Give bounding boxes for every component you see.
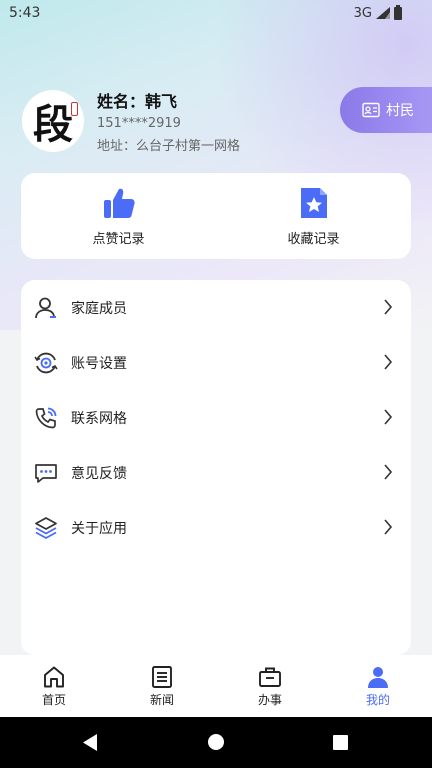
person-icon (368, 666, 388, 688)
menu-item-account-settings[interactable]: 账号设置 (21, 335, 411, 390)
status-bar: 5:43 3G (0, 0, 432, 26)
recents-icon[interactable] (333, 735, 348, 750)
avatar[interactable]: 段 (22, 90, 84, 152)
avatar-character: 段 (33, 101, 73, 148)
feedback-chat-icon (34, 461, 58, 485)
phone-icon (34, 406, 58, 430)
back-icon[interactable] (82, 734, 98, 751)
menu-item-label: 家庭成员 (71, 300, 127, 317)
briefcase-icon (259, 667, 281, 687)
profile-address: 地址：么台子村第一网格 (97, 139, 241, 154)
menu-item-label: 联系网格 (71, 410, 127, 427)
like-records-button[interactable]: 点赞记录 (21, 173, 216, 259)
system-navigation-bar (0, 717, 432, 768)
signal-icon (376, 7, 390, 19)
tab-label: 我的 (365, 692, 390, 707)
thumbs-up-icon (103, 188, 135, 218)
id-card-icon (362, 102, 380, 118)
like-records-label: 点赞记录 (92, 231, 145, 247)
tab-home[interactable]: 首页 (0, 655, 108, 717)
profile-phone: 151****2919 (97, 116, 181, 131)
menu-item-contact-grid[interactable]: 联系网格 (21, 390, 411, 445)
tab-label: 办事 (257, 692, 282, 707)
menu-item-family-members[interactable]: 家庭成员 (21, 280, 411, 335)
home-icon (44, 666, 64, 687)
tab-label: 新闻 (149, 692, 174, 707)
menu-item-label: 意见反馈 (71, 465, 127, 482)
favorite-records-button[interactable]: 收藏记录 (216, 173, 411, 259)
chevron-right-icon (384, 464, 393, 480)
battery-icon (394, 4, 402, 20)
status-time: 5:43 (9, 5, 41, 21)
role-label: 村民 (386, 103, 414, 119)
bottom-tab-bar: 首页 新闻 办事 我的 (0, 655, 432, 717)
layers-icon (34, 516, 58, 540)
chevron-right-icon (384, 354, 393, 370)
tab-services[interactable]: 办事 (216, 655, 324, 717)
network-label: 3G (353, 5, 372, 21)
profile-info: 姓名：韩飞 151****2919 地址：么台子村第一网格 (97, 88, 240, 154)
role-badge[interactable]: 村民 (340, 87, 432, 133)
quick-actions-card: 点赞记录 收藏记录 (21, 173, 411, 259)
news-icon (152, 665, 172, 688)
home-nav-icon[interactable] (208, 734, 224, 750)
user-icon (34, 296, 58, 320)
tab-mine[interactable]: 我的 (324, 655, 432, 717)
status-icons: 3G (353, 4, 402, 21)
menu-card: 家庭成员 账号设置 联系网格 意见反馈 关于应用 (21, 280, 411, 655)
favorite-records-label: 收藏记录 (287, 231, 340, 247)
tab-news[interactable]: 新闻 (108, 655, 216, 717)
chevron-right-icon (384, 299, 393, 315)
menu-item-about-app[interactable]: 关于应用 (21, 500, 411, 555)
tab-label: 首页 (41, 692, 66, 707)
menu-item-label: 关于应用 (71, 520, 127, 537)
star-document-icon (300, 187, 327, 218)
menu-item-label: 账号设置 (71, 355, 127, 372)
chevron-right-icon (384, 409, 393, 425)
menu-item-feedback[interactable]: 意见反馈 (21, 445, 411, 500)
account-settings-icon (34, 351, 58, 375)
profile-name: 姓名：韩飞 (97, 92, 178, 111)
chevron-right-icon (384, 519, 393, 535)
profile-section: 段 姓名：韩飞 151****2919 地址：么台子村第一网格 (22, 88, 240, 154)
seal-icon (71, 102, 78, 116)
